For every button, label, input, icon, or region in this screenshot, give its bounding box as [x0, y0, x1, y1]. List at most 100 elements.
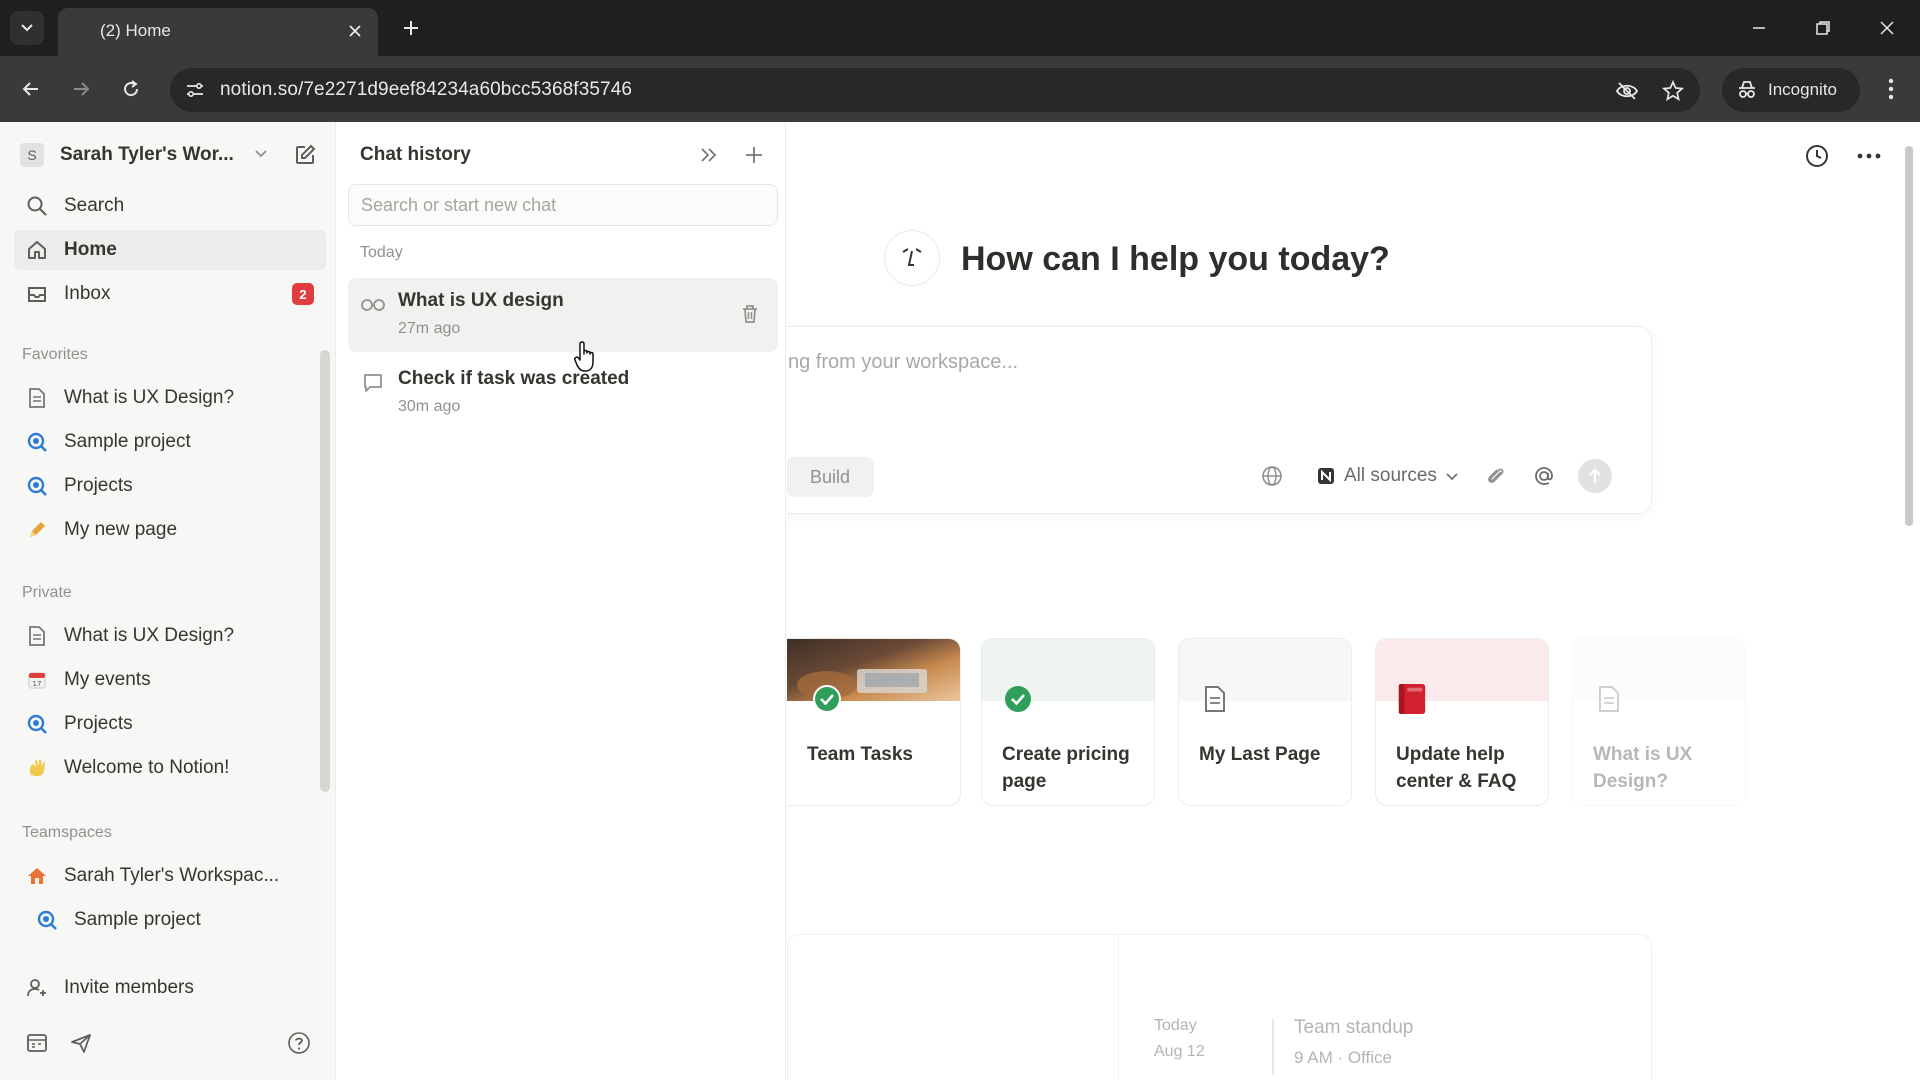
more-options-icon[interactable] — [1853, 140, 1885, 172]
arrow-up-icon — [1589, 468, 1601, 483]
browser-tab-home[interactable]: (2) Home — [58, 8, 378, 56]
chevron-down-icon — [255, 150, 267, 158]
chat-history-item[interactable]: Check if task was created 30m ago — [348, 356, 778, 430]
page-icon — [1199, 683, 1231, 715]
event-entry[interactable]: Team standup 9 AM · Office — [1294, 1013, 1413, 1073]
teamspaces-heading: Teamspaces — [22, 824, 112, 841]
red-book-icon — [1396, 683, 1428, 715]
sidebar: S Sarah Tyler's Wor... Search Home Inbox… — [0, 122, 336, 1080]
send-button[interactable] — [1578, 459, 1612, 493]
close-window-button[interactable] — [1870, 12, 1904, 44]
sidebar-item-private[interactable]: What is UX Design? — [14, 616, 326, 656]
sidebar-item-search[interactable]: Search — [14, 186, 326, 226]
browser-tab-bar: (2) Home — [0, 0, 1920, 56]
new-page-compose-icon[interactable] — [290, 140, 320, 170]
chat-history-item[interactable]: What is UX design 27m ago — [348, 278, 778, 352]
help-icon[interactable] — [284, 1028, 314, 1058]
card-title: What is UX Design? — [1593, 744, 1693, 792]
glasses-icon — [360, 292, 386, 318]
arrow-right-icon — [74, 82, 90, 96]
plus-icon — [404, 21, 418, 35]
mention-at-icon[interactable] — [1528, 460, 1560, 492]
new-tab-button[interactable] — [396, 13, 426, 43]
house-icon — [24, 863, 50, 889]
recent-page-card[interactable]: Team Tasks — [787, 638, 961, 806]
address-bar[interactable]: notion.so/7e2271d9eef84234a60bcc5368f357… — [170, 68, 1700, 112]
incognito-icon — [1739, 81, 1755, 98]
minimize-button[interactable] — [1742, 12, 1776, 44]
main-scrollbar[interactable] — [1905, 146, 1913, 526]
sidebar-scrollbar[interactable] — [320, 350, 330, 792]
sidebar-item-inbox[interactable]: Inbox 2 — [14, 274, 326, 314]
page-icon — [24, 385, 50, 411]
inbox-count-badge: 2 — [292, 283, 314, 305]
invite-members-label: Invite members — [64, 977, 194, 998]
globe-icon[interactable] — [1256, 460, 1288, 492]
sidebar-item-label: What is UX Design? — [64, 387, 235, 408]
browser-menu-button[interactable] — [1876, 74, 1906, 104]
search-page-icon — [24, 711, 50, 737]
inbox-icon — [24, 281, 50, 307]
sidebar-item-favorite[interactable]: Projects — [14, 466, 326, 506]
chat-history-title: Chat history — [360, 144, 471, 165]
svg-text:17: 17 — [33, 680, 42, 688]
bookmark-star-icon[interactable] — [1660, 78, 1686, 104]
build-mode-button[interactable]: Build — [787, 457, 874, 497]
invite-members-button[interactable]: Invite members — [14, 968, 326, 1008]
new-chat-plus-icon[interactable] — [739, 140, 769, 170]
reload-button[interactable] — [116, 74, 146, 104]
tab-close-icon[interactable] — [344, 20, 366, 42]
sidebar-item-label: Sarah Tyler's Workspac... — [64, 865, 280, 886]
sidebar-item-favorite[interactable]: Sample project — [14, 422, 326, 462]
sources-dropdown[interactable]: All sources — [1316, 460, 1459, 492]
ai-prompt-box[interactable]: ng from your workspace... Build All sour… — [787, 326, 1652, 514]
eye-off-icon[interactable] — [1614, 78, 1640, 104]
sidebar-item-label: Sample project — [64, 431, 191, 452]
recent-page-card[interactable]: Update help center & FAQ — [1375, 638, 1549, 806]
sidebar-item-label: Search — [64, 195, 125, 216]
site-info-icon[interactable] — [184, 79, 206, 101]
chat-search-input[interactable] — [348, 184, 778, 226]
tab-search-button[interactable] — [10, 11, 44, 45]
trash-icon[interactable] — [738, 302, 762, 326]
check-circle-icon — [1002, 683, 1034, 715]
send-mail-icon[interactable] — [66, 1028, 96, 1058]
restore-button[interactable] — [1806, 12, 1840, 44]
event-title: Team standup — [1294, 1017, 1414, 1038]
attachment-icon[interactable] — [1480, 460, 1512, 492]
sidebar-item-label: My events — [64, 669, 151, 690]
sidebar-item-teamspace-child[interactable]: Sample project — [24, 900, 324, 940]
card-title: Team Tasks — [807, 744, 913, 765]
sidebar-item-label: What is UX Design? — [64, 625, 235, 646]
restore-icon — [1816, 21, 1830, 35]
search-page-icon — [24, 473, 50, 499]
workspace-switcher[interactable]: S Sarah Tyler's Wor... — [20, 138, 320, 172]
recent-page-card[interactable]: What is UX Design? — [1572, 638, 1746, 806]
back-button[interactable] — [16, 74, 46, 104]
sidebar-item-favorite[interactable]: What is UX Design? — [14, 378, 326, 418]
sidebar-item-favorite[interactable]: My new page — [14, 510, 326, 550]
incognito-indicator[interactable]: Incognito — [1722, 68, 1860, 112]
calendar-icon: 17 — [24, 667, 50, 693]
event-color-bar — [1272, 1019, 1274, 1075]
sidebar-item-home[interactable]: Home — [14, 230, 326, 270]
chevron-down-icon — [1446, 473, 1458, 481]
workspace-avatar: S — [20, 143, 44, 167]
card-title: Create pricing page — [1002, 744, 1130, 792]
collapse-panel-icon[interactable] — [694, 140, 724, 170]
chat-item-time: 30m ago — [398, 398, 461, 415]
sidebar-item-private[interactable]: Projects — [14, 704, 326, 744]
sidebar-item-private[interactable]: 17 My events — [14, 660, 326, 700]
card-title: My Last Page — [1199, 744, 1321, 765]
forward-button[interactable] — [66, 74, 96, 104]
event-detail: 9 AM · Office — [1294, 1048, 1392, 1067]
sidebar-item-teamspace[interactable]: Sarah Tyler's Workspac... — [14, 856, 326, 896]
sidebar-item-private[interactable]: Welcome to Notion! — [14, 748, 326, 788]
history-clock-icon[interactable] — [1801, 140, 1833, 172]
sidebar-item-label: Projects — [64, 713, 133, 734]
recent-page-card[interactable]: My Last Page — [1178, 638, 1352, 806]
url-text: notion.so/7e2271d9eef84234a60bcc5368f357… — [220, 79, 633, 100]
calendar-app-icon[interactable] — [22, 1028, 52, 1058]
sidebar-item-label: My new page — [64, 519, 178, 540]
recent-page-card[interactable]: Create pricing page — [981, 638, 1155, 806]
